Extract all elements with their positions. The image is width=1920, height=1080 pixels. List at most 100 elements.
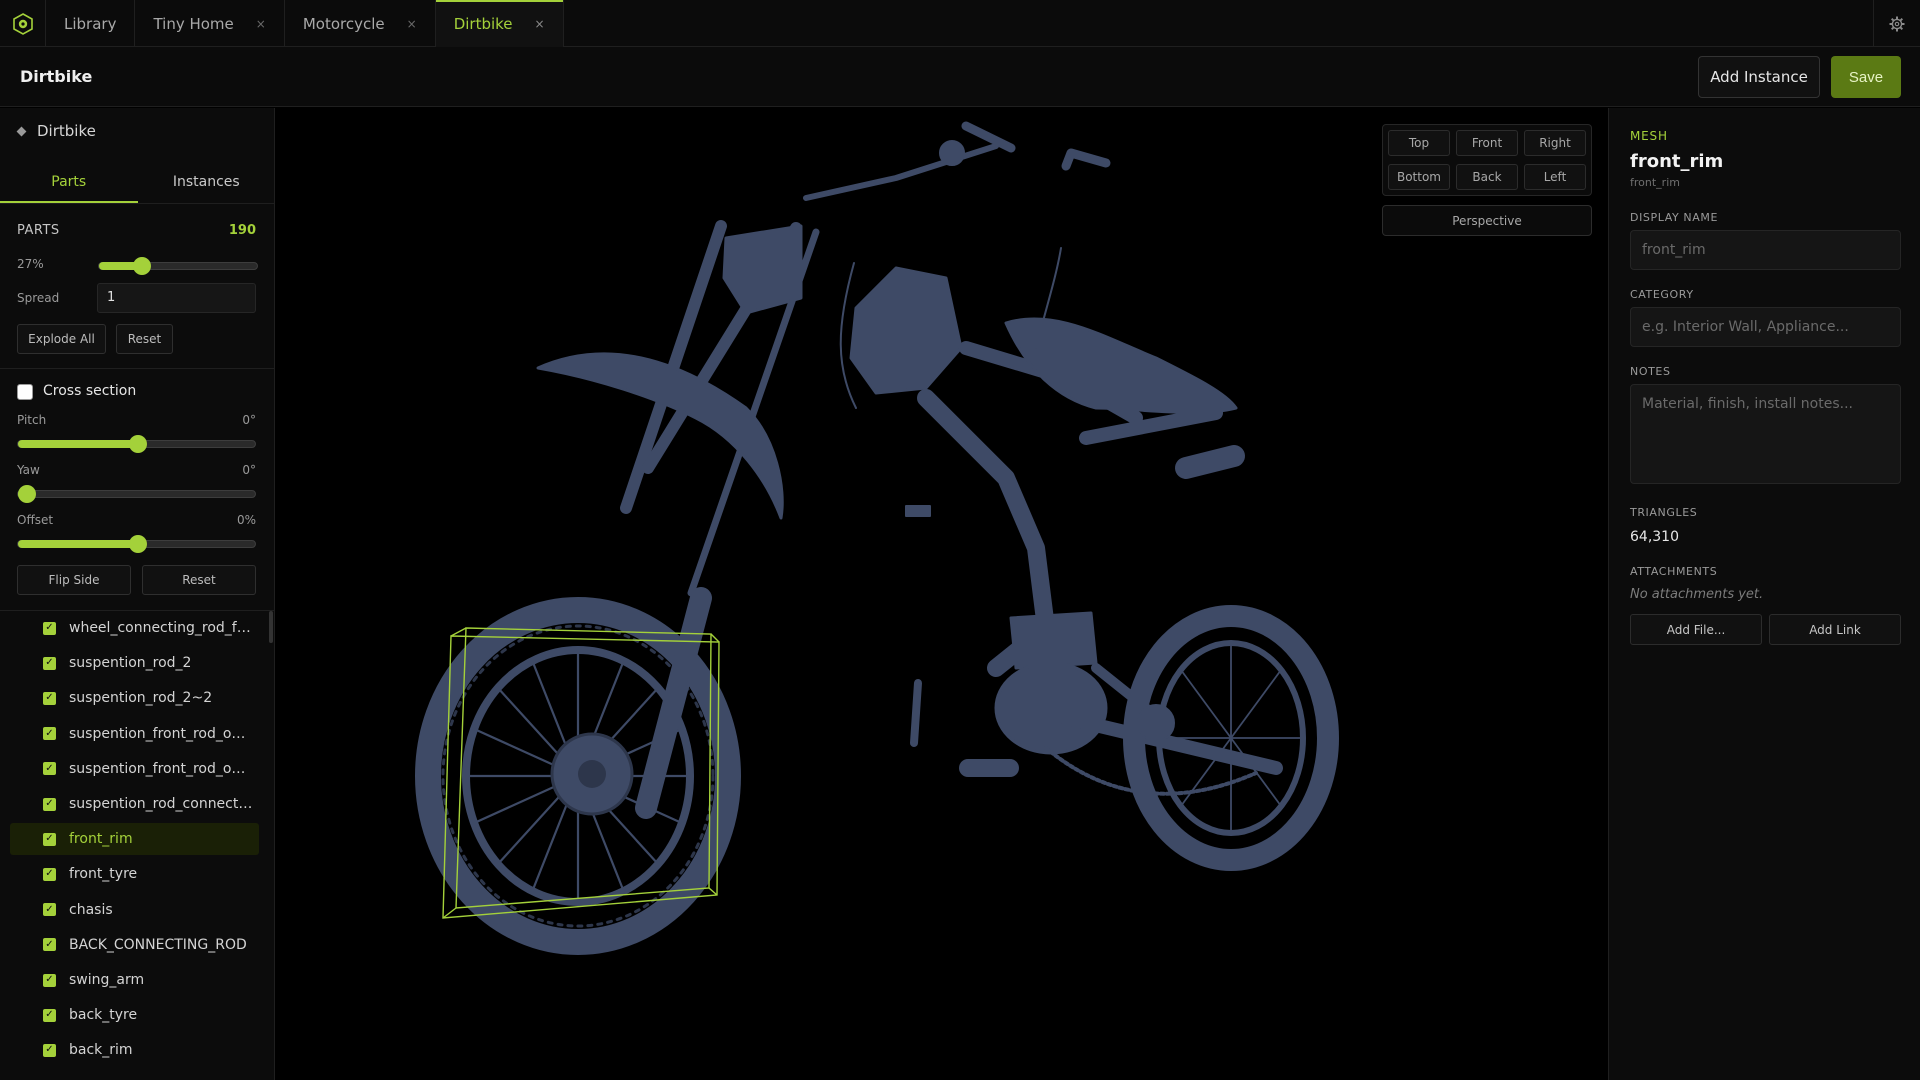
part-row[interactable]: ✓ front_tyre [10, 858, 259, 890]
view-top-button[interactable]: Top [1388, 130, 1450, 156]
part-visibility-checkbox[interactable]: ✓ [43, 938, 56, 952]
number-plate [722, 224, 803, 315]
engine-cylinder [1009, 611, 1098, 670]
pitch-label: Pitch [17, 413, 47, 427]
display-name-label: DISPLAY NAME [1630, 211, 1718, 224]
part-row[interactable]: ✓ suspention_front_rod_one... [10, 753, 259, 785]
tab-label: Dirtbike [453, 14, 513, 33]
part-visibility-checkbox[interactable]: ✓ [43, 973, 56, 987]
part-visibility-checkbox[interactable]: ✓ [43, 621, 56, 635]
offset-label: Offset [17, 513, 54, 527]
part-row[interactable]: ✓ swing_arm [10, 964, 259, 996]
tab-parts[interactable]: Parts [0, 160, 138, 203]
part-visibility-checkbox[interactable]: ✓ [43, 867, 56, 881]
handlebar [803, 143, 999, 201]
3d-viewport[interactable] [276, 108, 1607, 1080]
gear-icon [1889, 16, 1905, 31]
part-name: swing_arm [69, 972, 145, 988]
part-row[interactable]: ✓ suspention_front_rod_one... [10, 718, 259, 750]
explode-slider[interactable] [98, 257, 258, 275]
add-instance-button[interactable]: Add Instance [1698, 56, 1820, 98]
part-row[interactable]: ✓ back_rim [10, 1034, 259, 1066]
part-name: suspention_front_rod_one... [69, 760, 254, 777]
tab-tiny-home[interactable]: Tiny Home × [135, 0, 285, 47]
view-left-button[interactable]: Left [1524, 164, 1586, 190]
category-field[interactable]: e.g. Interior Wall, Appliance... [1630, 307, 1901, 347]
object-name: front_rim [1630, 151, 1724, 172]
close-icon[interactable]: × [256, 17, 266, 31]
attachments-label: ATTACHMENTS [1630, 565, 1718, 578]
yaw-label: Yaw [17, 463, 40, 477]
display-name-field[interactable]: front_rim [1630, 230, 1901, 270]
tab-label: Motorcycle [302, 14, 385, 33]
object-subname: front_rim [1630, 176, 1680, 189]
triangles-label: TRIANGLES [1630, 506, 1698, 519]
part-visibility-checkbox[interactable]: ✓ [43, 832, 56, 846]
part-visibility-checkbox[interactable]: ✓ [43, 656, 56, 670]
tab-library[interactable]: Library [46, 0, 136, 47]
explode-all-button[interactable]: Explode All [17, 324, 106, 354]
part-row[interactable]: ✓ BACK_CONNECTING_ROD [10, 929, 259, 961]
pitch-slider[interactable] [17, 435, 256, 453]
page-header: Dirtbike Add Instance Save [0, 47, 1920, 107]
offset-slider[interactable] [17, 535, 256, 553]
part-row[interactable]: ✓ wheel_connecting_rod_fro... [10, 612, 259, 644]
view-right-button[interactable]: Right [1524, 130, 1586, 156]
flip-side-button[interactable]: Flip Side [17, 565, 131, 595]
part-visibility-checkbox[interactable]: ✓ [43, 762, 56, 776]
tab-dirtbike[interactable]: Dirtbike × [435, 0, 564, 47]
yaw-value: 0° [242, 463, 256, 477]
reset-cross-section-button[interactable]: Reset [142, 565, 256, 595]
slider-knob[interactable] [128, 535, 147, 553]
perspective-button[interactable]: Perspective [1382, 205, 1592, 236]
add-link-button[interactable]: Add Link [1769, 614, 1901, 645]
slider-knob[interactable] [18, 485, 36, 503]
slider-knob[interactable] [133, 257, 152, 275]
part-row[interactable]: ✓ suspention_rod_2 [10, 647, 259, 679]
view-back-button[interactable]: Back [1456, 164, 1518, 190]
inspector-panel: MESH front_rim front_rim DISPLAY NAME fr… [1608, 108, 1920, 1080]
close-icon[interactable]: × [407, 17, 417, 31]
scrollbar-thumb[interactable] [269, 611, 273, 643]
save-button[interactable]: Save [1831, 56, 1901, 98]
part-row[interactable]: ✓ front_rim [10, 823, 259, 856]
notes-label: NOTES [1630, 365, 1671, 378]
dirtbike-model [415, 121, 1339, 955]
tab-label: Tiny Home [153, 14, 234, 33]
part-visibility-checkbox[interactable]: ✓ [43, 797, 56, 811]
spread-input[interactable]: 1 [97, 283, 256, 313]
offset-value: 0% [236, 513, 256, 527]
notes-field[interactable]: Material, finish, install notes... [1630, 384, 1901, 484]
front-fender [536, 352, 784, 520]
fuel-tank [849, 266, 963, 395]
view-front-button[interactable]: Front [1456, 130, 1518, 156]
view-buttons-panel: Top Front Right Bottom Back Left [1382, 124, 1592, 196]
add-file-button[interactable]: Add File... [1630, 614, 1762, 645]
part-row[interactable]: ✓ chasis [10, 894, 259, 926]
view-bottom-button[interactable]: Bottom [1388, 164, 1450, 190]
part-row[interactable]: ✓ back_tyre [10, 999, 259, 1031]
part-visibility-checkbox[interactable]: ✓ [43, 1043, 56, 1057]
part-row[interactable]: ✓ suspention_rod_connector... [10, 788, 259, 820]
part-row[interactable]: ✓ suspention_rod_2~2 [10, 682, 259, 714]
app-logo-icon[interactable] [0, 0, 46, 47]
cross-section-checkbox[interactable] [17, 384, 33, 400]
slider-knob[interactable] [128, 435, 147, 453]
part-name: BACK_CONNECTING_ROD [69, 936, 247, 953]
model-root[interactable]: Dirtbike [16, 122, 96, 140]
tab-motorcycle[interactable]: Motorcycle × [285, 0, 436, 47]
part-name: back_rim [69, 1042, 133, 1059]
part-visibility-checkbox[interactable]: ✓ [43, 1008, 56, 1022]
yaw-slider[interactable] [17, 485, 256, 503]
tab-label: Library [64, 14, 117, 33]
part-visibility-checkbox[interactable]: ✓ [43, 903, 56, 917]
settings-button[interactable] [1873, 0, 1920, 47]
tab-instances[interactable]: Instances [138, 160, 275, 203]
reset-explode-button[interactable]: Reset [116, 324, 173, 354]
close-icon[interactable]: × [535, 17, 545, 31]
part-visibility-checkbox[interactable]: ✓ [43, 691, 56, 705]
part-name: back_tyre [69, 1007, 138, 1024]
slider-fill [18, 540, 138, 548]
part-visibility-checkbox[interactable]: ✓ [43, 727, 56, 741]
tab-bar: Library Tiny Home × Motorcycle × Dirtbike × [0, 0, 1920, 47]
